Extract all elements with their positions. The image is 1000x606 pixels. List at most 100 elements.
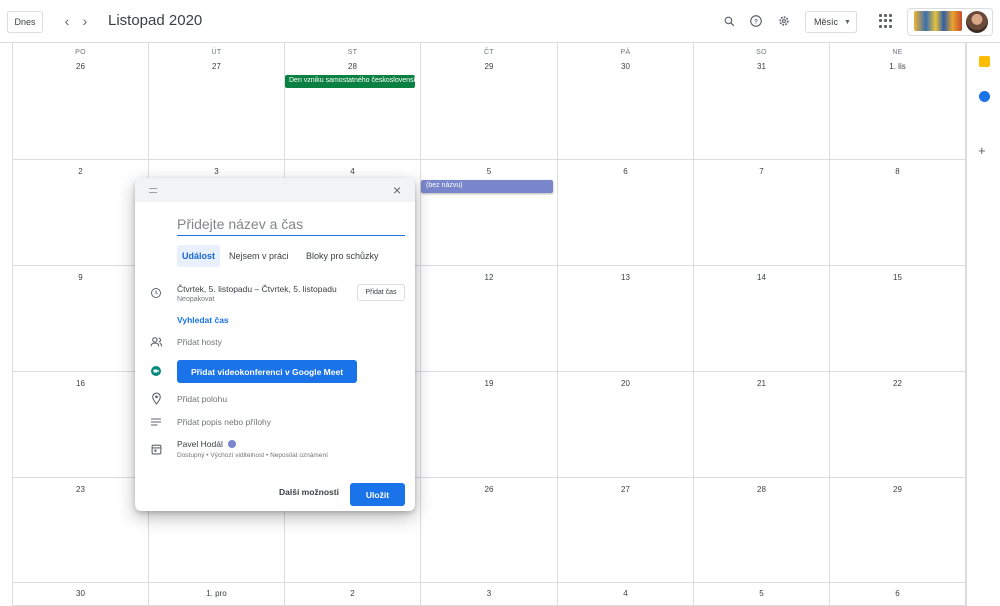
dialog-header[interactable]: × [135,178,415,202]
day-cell[interactable]: 26 [421,478,558,583]
day-number[interactable]: 7 [694,167,829,176]
tab-event[interactable]: Událost [177,245,221,267]
add-meet-button[interactable]: Přidat videokonferenci v Google Meet [177,360,357,383]
day-cell[interactable]: 15 [830,266,966,372]
day-number[interactable]: 5 [694,589,829,598]
day-number[interactable]: 12 [421,273,557,282]
day-cell[interactable]: 3 [421,583,558,606]
day-number[interactable]: 26 [421,485,557,494]
day-number[interactable]: 14 [694,273,829,282]
day-number[interactable]: 5 [421,167,557,176]
day-number[interactable]: 13 [558,273,693,282]
day-number[interactable]: 15 [830,273,965,282]
day-cell[interactable]: 23 [12,478,149,583]
day-number[interactable]: 19 [421,379,557,388]
view-select[interactable]: Měsíc ▼ [805,11,857,33]
find-time-link[interactable]: Vyhledat čas [177,315,229,325]
day-number[interactable]: 9 [13,273,148,282]
tab-out-of-office[interactable]: Nejsem v práci [224,245,294,267]
day-cell[interactable]: 1. pro [149,583,285,606]
repeat-option[interactable]: Neopakovat [177,296,214,303]
day-cell[interactable]: 27 [558,478,694,583]
day-cell[interactable]: PÁ 30 [558,43,694,160]
day-cell[interactable]: ÚT 27 [149,43,285,160]
owner-details[interactable]: Dostupný • Výchozí viditelnost • Neposíl… [177,452,328,459]
day-cell[interactable]: 6 [558,160,694,266]
day-cell[interactable]: 7 [694,160,830,266]
day-cell[interactable]: 9 [12,266,149,372]
day-cell[interactable]: PO 26 [12,43,149,160]
keep-icon[interactable] [979,56,990,67]
day-cell[interactable]: ČT 29 [421,43,558,160]
day-number[interactable]: 29 [421,62,557,71]
day-cell[interactable]: 8 [830,160,966,266]
day-cell[interactable]: 2 [285,583,421,606]
day-cell[interactable]: ST 28 [285,43,421,160]
add-time-button[interactable]: Přidat čas [357,284,405,301]
plus-icon[interactable]: + [978,143,986,158]
add-guests-field[interactable]: Přidat hosty [177,337,222,347]
chevron-left-icon[interactable]: ‹ [60,13,74,29]
close-icon[interactable]: × [393,183,401,197]
day-number[interactable]: 1. pro [149,589,284,598]
search-icon[interactable] [721,13,737,29]
chevron-right-icon[interactable]: › [78,13,92,29]
day-cell[interactable]: 20 [558,372,694,478]
day-number[interactable]: 4 [285,167,420,176]
day-number[interactable]: 2 [13,167,148,176]
day-number[interactable]: 16 [13,379,148,388]
day-cell[interactable]: SO 31 [694,43,830,160]
help-icon[interactable]: ? [748,13,764,29]
day-number[interactable]: 8 [830,167,965,176]
day-cell[interactable]: 28 [694,478,830,583]
day-cell[interactable]: 29 [830,478,966,583]
day-cell[interactable]: 2 [12,160,149,266]
day-number[interactable]: 27 [149,62,284,71]
day-number[interactable]: 30 [13,589,148,598]
day-number[interactable]: 6 [558,167,693,176]
calendar-owner[interactable]: Pavel Hodál [177,439,236,449]
event-title-input[interactable]: Přidejte název a čas [177,216,405,236]
day-cell[interactable]: 21 [694,372,830,478]
day-number[interactable]: 28 [285,62,420,71]
add-location-field[interactable]: Přidat polohu [177,394,227,404]
day-number[interactable]: 21 [694,379,829,388]
save-button[interactable]: Uložit [350,483,405,506]
day-number[interactable]: 31 [694,62,829,71]
day-cell[interactable]: 6 [830,583,966,606]
day-number[interactable]: 28 [694,485,829,494]
day-number[interactable]: 2 [285,589,420,598]
day-number[interactable]: 29 [830,485,965,494]
day-number[interactable]: 4 [558,589,693,598]
today-button[interactable]: Dnes [7,11,43,33]
day-cell[interactable]: 22 [830,372,966,478]
day-cell[interactable]: 13 [558,266,694,372]
day-number[interactable]: 6 [830,589,965,598]
day-cell[interactable]: 12 [421,266,558,372]
tasks-icon[interactable] [979,91,990,102]
more-options-button[interactable]: Další možnosti [279,487,339,497]
day-number[interactable]: 23 [13,485,148,494]
day-number[interactable]: 26 [13,62,148,71]
apps-grid-icon[interactable] [879,14,893,28]
day-number[interactable]: 3 [421,589,557,598]
day-number[interactable]: 22 [830,379,965,388]
day-cell[interactable]: 16 [12,372,149,478]
gear-icon[interactable] [776,13,792,29]
date-range[interactable]: Čtvrtek, 5. listopadu – Čtvrtek, 5. list… [177,284,337,294]
day-cell[interactable]: 14 [694,266,830,372]
day-cell[interactable]: 19 [421,372,558,478]
add-description-field[interactable]: Přidat popis nebo přílohy [177,417,271,427]
day-number[interactable]: 1. lis [830,62,965,71]
tab-appointment-slots[interactable]: Bloky pro schůzky [301,245,384,267]
day-cell[interactable]: 5 [421,160,558,266]
draft-event[interactable]: (bez názvu) [421,180,553,193]
day-number[interactable]: 20 [558,379,693,388]
day-cell[interactable]: 5 [694,583,830,606]
day-cell[interactable]: 4 [558,583,694,606]
day-number[interactable]: 27 [558,485,693,494]
drag-handle-icon[interactable] [149,188,157,193]
day-number[interactable]: 3 [149,167,284,176]
avatar[interactable] [966,11,988,33]
day-cell[interactable]: 30 [12,583,149,606]
